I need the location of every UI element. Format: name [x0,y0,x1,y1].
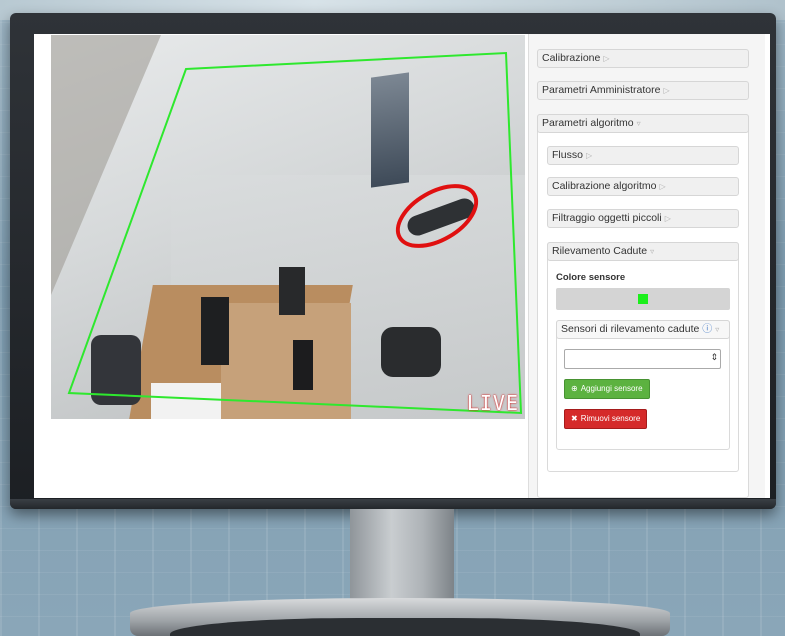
triangle-down-icon: ▿ [636,119,641,128]
triangle-right-icon: ▷ [664,214,671,223]
accordion-parametri-amministratore[interactable]: Parametri Amministratore ▷ [537,81,749,100]
accordion-calibrazione[interactable]: Calibrazione ▷ [537,49,749,68]
button-label: Rimuovi sensore [580,414,641,423]
rimuovi-sensore-button[interactable]: ✖ Rimuovi sensore [564,409,648,429]
triangle-down-icon: ▿ [715,325,720,334]
monitor-stand-neck [350,509,454,604]
info-icon[interactable]: ⓘ [702,324,712,335]
accordion-label: Rilevamento Cadute [552,245,648,257]
color-swatch [638,294,648,304]
triangle-right-icon: ▷ [603,54,610,63]
accordion-sensori[interactable]: Sensori di rilevamento cadute ⓘ ▿ [556,320,730,339]
settings-panel: Calibrazione ▷ Parametri Amministratore ▷ … [528,34,765,498]
accordion-label: Calibrazione [542,52,601,64]
accordion-label: Parametri Amministratore [542,84,661,96]
accordion-label: Sensori di rilevamento cadute [561,323,700,335]
triangle-right-icon: ▷ [663,86,670,95]
triangle-right-icon: ▷ [585,151,593,160]
triangle-right-icon: ▷ [659,182,666,191]
accordion-calibrazione-algoritmo[interactable]: Calibrazione algoritmo ▷ [547,177,739,196]
accordion-label: Flusso [552,149,583,161]
fall-detection-marker [395,184,479,248]
accordion-label: Filtraggio oggetti piccoli [552,212,662,224]
monitor: LIVE Calibrazione ▷ Parametri Amministrat… [10,13,776,509]
accordion-rilevamento-cadute[interactable]: Rilevamento Cadute ▿ [547,242,739,261]
chevron-down-icon: ⇕ [710,353,718,363]
screen: LIVE Calibrazione ▷ Parametri Amministrat… [34,34,770,498]
aggiungi-sensore-button[interactable]: ⊕ Aggiungi sensore [564,379,650,399]
plus-circle-icon: ⊕ [571,384,578,393]
camera-view[interactable]: LIVE [51,35,525,419]
colore-sensore-picker[interactable] [556,288,730,310]
triangle-down-icon: ▿ [650,247,655,256]
accordion-parametri-algoritmo[interactable]: Parametri algoritmo ▿ [537,114,749,133]
close-icon: ✖ [571,414,578,423]
accordion-label: Parametri algoritmo [542,117,634,129]
button-label: Aggiungi sensore [580,384,643,393]
camera-overlay [67,51,523,415]
accordion-filtraggio[interactable]: Filtraggio oggetti piccoli ▷ [547,209,739,228]
sensori-select[interactable]: ⇕ [564,349,721,369]
accordion-flusso[interactable]: Flusso ▷ [547,146,739,165]
live-indicator: LIVE [466,391,519,415]
accordion-label: Calibrazione algoritmo [552,180,657,192]
colore-sensore-label: Colore sensore [556,272,626,283]
monitor-stand-base-shadow [170,618,640,636]
monitor-bezel-bottom [10,499,776,509]
